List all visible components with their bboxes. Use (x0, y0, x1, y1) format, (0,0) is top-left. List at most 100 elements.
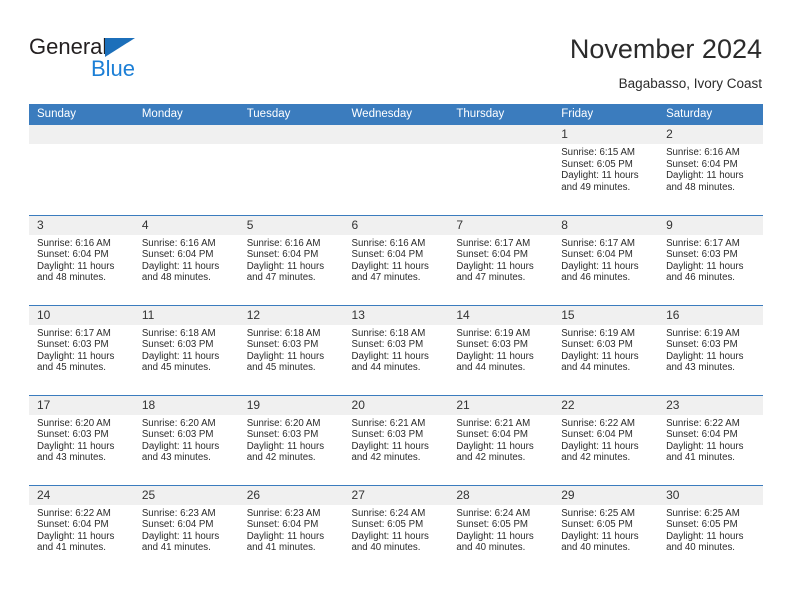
calendar-day-cell[interactable]: 12 Sunrise: 6:18 AM Sunset: 6:03 PM Dayligh… (238, 304, 344, 395)
calendar-day-cell-empty (343, 125, 449, 215)
calendar-day-cell[interactable]: 13 Sunrise: 6:18 AM Sunset: 6:03 PM Dayligh… (343, 304, 449, 395)
day-sunrise-text: Sunrise: 6:16 AM (246, 237, 321, 249)
calendar-day-cell[interactable]: 21 Sunrise: 6:21 AM Sunset: 6:04 PM Dayligh… (448, 394, 554, 485)
calendar-day-cell[interactable]: 22 Sunrise: 6:22 AM Sunset: 6:04 PM Dayligh… (553, 394, 659, 485)
day-sunset-text: Sunset: 6:03 PM (246, 339, 319, 351)
day-sunrise-text: Sunrise: 6:17 AM (666, 237, 740, 249)
calendar-day-cell[interactable]: 14 Sunrise: 6:19 AM Sunset: 6:03 PM Dayligh… (448, 304, 554, 395)
day-daylight-2-text: and 41 minutes. (666, 452, 735, 464)
calendar-day-cell[interactable]: 20 Sunrise: 6:21 AM Sunset: 6:03 PM Dayligh… (343, 394, 449, 485)
calendar-day-cell[interactable]: 4 Sunrise: 6:16 AM Sunset: 6:04 PM Daylight… (133, 214, 239, 305)
day-number: 23 (658, 395, 763, 415)
calendar-day-cell[interactable]: 18 Sunrise: 6:20 AM Sunset: 6:03 PM Dayligh… (133, 394, 239, 485)
day-daylight-2-text: and 42 minutes. (456, 452, 526, 464)
calendar-head: Sunday Monday Tuesday Wednesday Thursday… (29, 104, 763, 125)
calendar-day-cell[interactable]: 5 Sunrise: 6:16 AM Sunset: 6:04 PM Daylight… (238, 214, 344, 305)
day-daylight-2-text: and 49 minutes. (561, 181, 631, 193)
day-number: 28 (448, 485, 554, 505)
calendar-day-cell[interactable]: 26 Sunrise: 6:23 AM Sunset: 6:04 PM Dayligh… (238, 484, 344, 575)
day-sunset-text: Sunset: 6:03 PM (456, 339, 528, 351)
calendar-day-cell[interactable]: 6 Sunrise: 6:16 AM Sunset: 6:04 PM Daylight… (343, 214, 449, 305)
calendar-day-cell[interactable]: 10 Sunrise: 6:17 AM Sunset: 6:03 PM Dayligh… (29, 304, 134, 395)
calendar-day-cell[interactable]: 8 Sunrise: 6:17 AM Sunset: 6:04 PM Daylight… (553, 214, 659, 305)
day-number: 4 (133, 215, 239, 235)
day-sunset-text: Sunset: 6:03 PM (351, 339, 424, 351)
day-sunset-text: Sunset: 6:04 PM (141, 519, 214, 531)
calendar-day-cell[interactable]: 11 Sunrise: 6:18 AM Sunset: 6:03 PM Dayligh… (133, 304, 239, 395)
day-daylight-2-text: and 40 minutes. (456, 542, 526, 554)
day-number: 30 (658, 485, 763, 505)
day-sunset-text: Sunset: 6:04 PM (246, 249, 319, 261)
day-daylight-2-text: and 43 minutes. (37, 452, 106, 464)
day-number: 13 (343, 305, 449, 325)
day-daylight-2-text: and 43 minutes. (666, 362, 735, 374)
day-sunset-text: Sunset: 6:03 PM (351, 429, 424, 441)
day-number: 5 (238, 215, 344, 235)
day-daylight-2-text: and 41 minutes. (37, 542, 106, 554)
day-number: 20 (343, 395, 449, 415)
calendar-day-cell[interactable]: 23 Sunrise: 6:22 AM Sunset: 6:04 PM Dayligh… (658, 394, 763, 485)
calendar-table: Sunday Monday Tuesday Wednesday Thursday… (29, 104, 763, 575)
day-sunset-text: Sunset: 6:05 PM (351, 519, 424, 531)
calendar-day-cell[interactable]: 15 Sunrise: 6:19 AM Sunset: 6:03 PM Dayligh… (553, 304, 659, 395)
day-daylight-1-text: Daylight: 11 hours (561, 440, 639, 452)
day-sun-info: Sunrise: 6:17 AM Sunset: 6:04 PM Daylight:… (553, 235, 658, 284)
calendar-day-cell[interactable]: 27 Sunrise: 6:24 AM Sunset: 6:05 PM Dayligh… (343, 484, 449, 575)
day-sun-info: Sunrise: 6:17 AM Sunset: 6:03 PM Daylight:… (29, 325, 134, 374)
day-daylight-1-text: Daylight: 11 hours (456, 260, 534, 272)
calendar-day-cell[interactable]: 24 Sunrise: 6:22 AM Sunset: 6:04 PM Dayligh… (29, 484, 134, 575)
day-daylight-2-text: and 42 minutes. (351, 452, 421, 464)
day-number (448, 125, 554, 144)
day-daylight-1-text: Daylight: 11 hours (561, 260, 639, 272)
day-sunrise-text: Sunrise: 6:16 AM (351, 237, 426, 249)
calendar-day-cell[interactable]: 29 Sunrise: 6:25 AM Sunset: 6:05 PM Dayligh… (553, 484, 659, 575)
day-daylight-2-text: and 47 minutes. (351, 272, 421, 284)
day-sunset-text: Sunset: 6:04 PM (561, 429, 633, 441)
day-sunset-text: Sunset: 6:04 PM (37, 249, 109, 261)
day-daylight-2-text: and 40 minutes. (561, 542, 631, 554)
day-sun-info: Sunrise: 6:17 AM Sunset: 6:04 PM Daylight:… (448, 235, 553, 284)
calendar-day-cell[interactable]: 9 Sunrise: 6:17 AM Sunset: 6:03 PM Daylight… (658, 214, 763, 305)
calendar-week-row: 3 Sunrise: 6:16 AM Sunset: 6:04 PM Daylight… (29, 214, 763, 305)
day-daylight-1-text: Daylight: 11 hours (246, 440, 325, 452)
calendar-day-cell[interactable]: 16 Sunrise: 6:19 AM Sunset: 6:03 PM Dayligh… (658, 304, 763, 395)
day-number: 10 (29, 305, 134, 325)
calendar-day-cell[interactable]: 25 Sunrise: 6:23 AM Sunset: 6:04 PM Dayligh… (133, 484, 239, 575)
calendar-day-cell[interactable]: 28 Sunrise: 6:24 AM Sunset: 6:05 PM Dayligh… (448, 484, 554, 575)
day-number (238, 125, 344, 144)
day-daylight-1-text: Daylight: 11 hours (351, 530, 429, 542)
brand-logo[interactable]: General Blue (29, 34, 179, 86)
day-number: 7 (448, 215, 554, 235)
day-sunrise-text: Sunrise: 6:21 AM (456, 417, 531, 429)
calendar-day-cell[interactable]: 19 Sunrise: 6:20 AM Sunset: 6:03 PM Dayligh… (238, 394, 344, 485)
day-daylight-2-text: and 41 minutes. (141, 542, 211, 554)
day-sunrise-text: Sunrise: 6:22 AM (561, 417, 635, 429)
day-sun-info: Sunrise: 6:20 AM Sunset: 6:03 PM Daylight:… (134, 415, 239, 464)
day-number: 11 (133, 305, 239, 325)
calendar-day-cell[interactable]: 2 Sunrise: 6:16 AM Sunset: 6:04 PM Daylight… (658, 125, 763, 215)
day-sun-info: Sunrise: 6:16 AM Sunset: 6:04 PM Daylight:… (29, 235, 134, 284)
day-sunset-text: Sunset: 6:04 PM (37, 519, 109, 531)
day-sunrise-text: Sunrise: 6:25 AM (666, 507, 740, 519)
calendar-day-cell[interactable]: 7 Sunrise: 6:17 AM Sunset: 6:04 PM Daylight… (448, 214, 554, 305)
calendar-day-cell[interactable]: 1 Sunrise: 6:15 AM Sunset: 6:05 PM Daylight… (553, 125, 659, 215)
calendar-week-row: 10 Sunrise: 6:17 AM Sunset: 6:03 PM Dayligh… (29, 304, 763, 395)
day-number (133, 125, 239, 144)
day-sun-info: Sunrise: 6:23 AM Sunset: 6:04 PM Daylight:… (239, 505, 344, 554)
day-daylight-2-text: and 47 minutes. (246, 272, 316, 284)
day-sunrise-text: Sunrise: 6:17 AM (561, 237, 635, 249)
day-daylight-2-text: and 42 minutes. (246, 452, 316, 464)
day-sunset-text: Sunset: 6:04 PM (351, 249, 424, 261)
day-sun-info: Sunrise: 6:22 AM Sunset: 6:04 PM Daylight:… (29, 505, 134, 554)
day-daylight-2-text: and 46 minutes. (561, 272, 631, 284)
day-sunset-text: Sunset: 6:04 PM (666, 429, 738, 441)
day-daylight-2-text: and 45 minutes. (246, 362, 316, 374)
day-daylight-1-text: Daylight: 11 hours (351, 350, 429, 362)
calendar-day-cell[interactable]: 3 Sunrise: 6:16 AM Sunset: 6:04 PM Daylight… (29, 214, 134, 305)
day-daylight-1-text: Daylight: 11 hours (141, 350, 220, 362)
calendar-day-cell[interactable]: 17 Sunrise: 6:20 AM Sunset: 6:03 PM Dayligh… (29, 394, 134, 485)
day-daylight-1-text: Daylight: 11 hours (666, 350, 744, 362)
day-number: 29 (553, 485, 659, 505)
calendar-day-cell[interactable]: 30 Sunrise: 6:25 AM Sunset: 6:05 PM Dayligh… (658, 484, 763, 575)
day-sun-info: Sunrise: 6:22 AM Sunset: 6:04 PM Daylight:… (553, 415, 658, 464)
